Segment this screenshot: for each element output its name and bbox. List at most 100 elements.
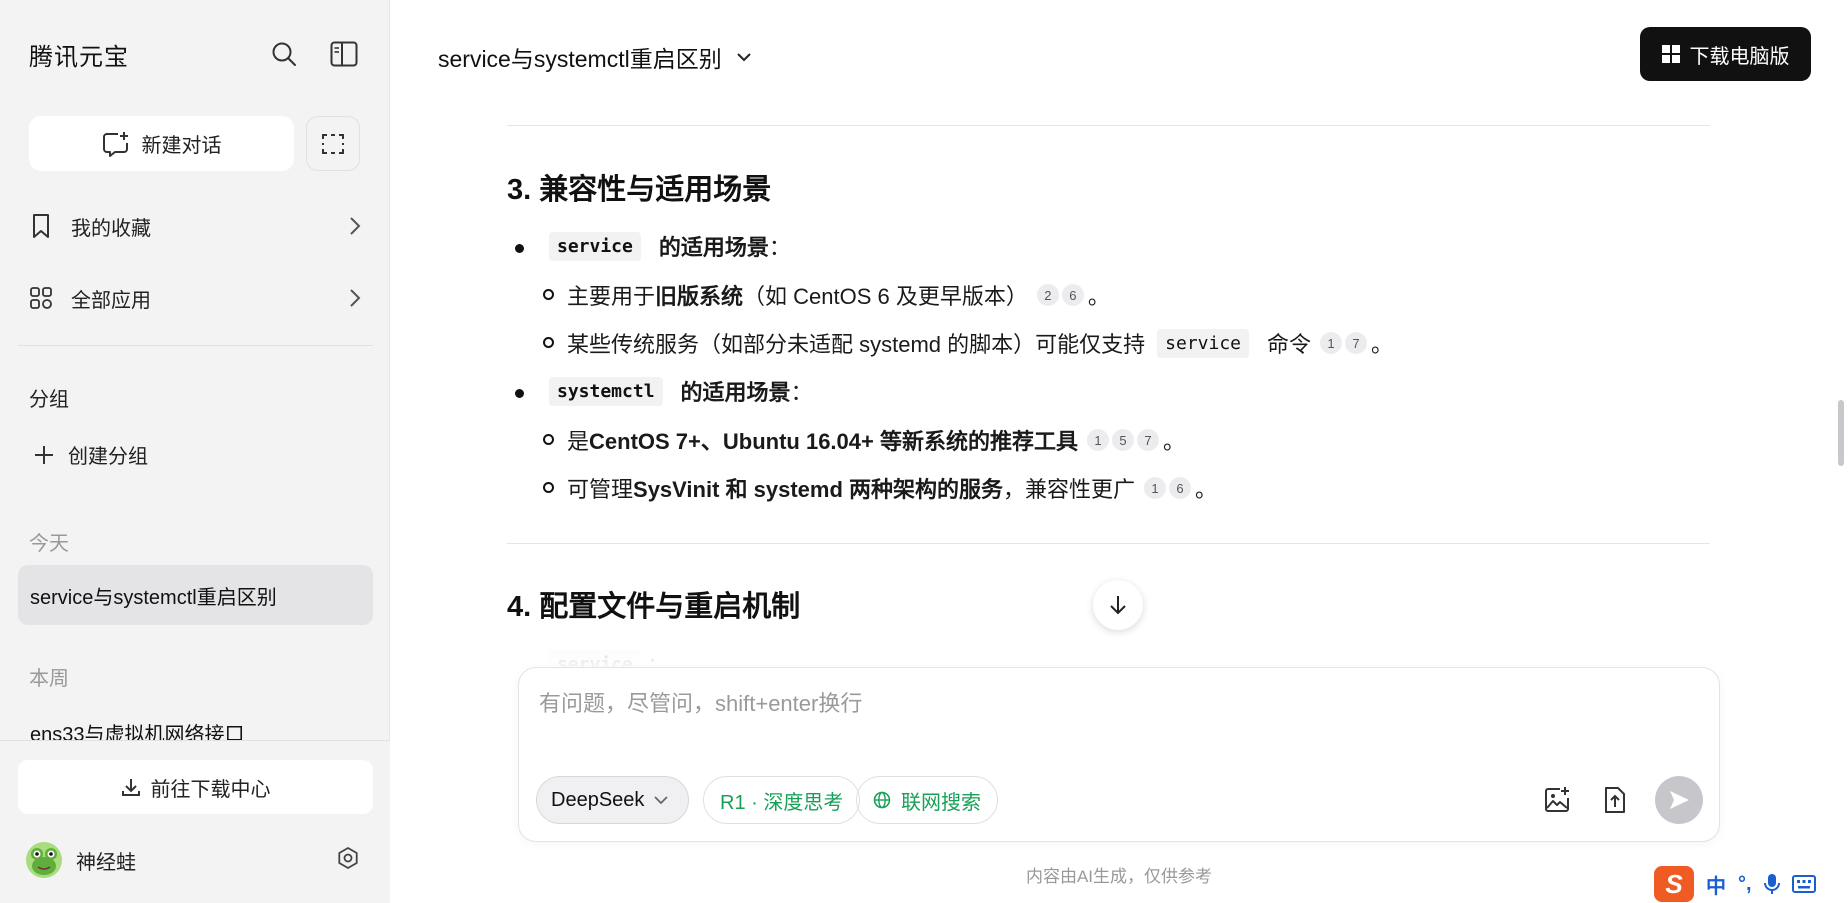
sidebar-item-label: 全部应用: [71, 289, 151, 312]
send-icon: [1670, 791, 1689, 809]
list-item: 某些传统服务（如部分未适配 systemd 的脚本）可能仅支持 service …: [567, 327, 1393, 359]
download-pc-button[interactable]: 下载电脑版: [1640, 27, 1811, 81]
apps-grid-icon: [30, 287, 52, 309]
text: ，兼容性更广: [1003, 477, 1136, 502]
section-divider: [507, 543, 1710, 544]
citation-badge[interactable]: 1: [1086, 429, 1109, 451]
inline-code: service: [1157, 328, 1249, 358]
model-selector[interactable]: DeepSeek: [536, 776, 689, 824]
search-icon[interactable]: [267, 37, 301, 71]
sidebar-actions: [267, 37, 361, 71]
sub-bullet: [543, 289, 554, 300]
bullet-dot: [515, 244, 524, 253]
deep-think-label: R1 · 深度思考: [720, 791, 844, 814]
section-heading: 4. 配置文件与重启机制: [507, 591, 801, 623]
ai-disclaimer: 内容由AI生成，仅供参考: [1025, 867, 1213, 886]
citation-badge[interactable]: 2: [1036, 284, 1059, 306]
list-item-label: 的适用场景: [658, 235, 769, 260]
chevron-right-icon: [350, 217, 361, 235]
sub-bullet: [543, 434, 554, 445]
sidebar-item-all-apps[interactable]: 全部应用: [29, 276, 361, 320]
topbar: service与systemctl重启区别 下载电脑版: [390, 0, 1848, 100]
scrollbar[interactable]: [1838, 400, 1844, 466]
text: 。: [1087, 284, 1110, 309]
ime-toolbar: S 中 °,: [1648, 865, 1848, 903]
citation-badge[interactable]: 6: [1169, 477, 1192, 499]
web-search-toggle[interactable]: 联网搜索: [856, 776, 998, 824]
citations: 1 5 7: [1084, 429, 1159, 451]
select-frame-icon: [322, 133, 344, 154]
new-chat-row: 新建对话: [29, 116, 360, 171]
download-pc-label: 下载电脑版: [1689, 45, 1790, 68]
text: 是: [567, 429, 590, 454]
citation-badge[interactable]: 1: [1144, 477, 1167, 499]
sidebar: 腾讯元宝 新建对话 我的收藏 全部应用 分组 创建分组 今天 service与s…: [0, 0, 390, 903]
multi-select-button[interactable]: [306, 116, 360, 171]
list-item-label: 的适用场景: [680, 380, 791, 405]
brand-row: 腾讯元宝: [29, 36, 361, 72]
text: 。: [1162, 429, 1185, 454]
text: （如 CentOS 6 及更早版本）: [743, 284, 1028, 309]
group-section-title: 分组: [29, 389, 69, 411]
conversation-title-text: service与systemctl重启区别: [438, 46, 722, 72]
collapse-sidebar-icon[interactable]: [327, 37, 361, 71]
settings-icon[interactable]: [336, 846, 360, 875]
model-name: DeepSeek: [551, 788, 645, 811]
list-item: service 的适用场景：: [543, 230, 791, 262]
avatar[interactable]: [26, 842, 62, 878]
sub-bullet: [543, 482, 554, 493]
text: 。: [1195, 477, 1218, 502]
new-chat-button[interactable]: 新建对话: [29, 116, 294, 171]
text: 某些传统服务（如部分未适配 systemd 的脚本）可能仅支持: [567, 332, 1146, 357]
citation-badge[interactable]: 5: [1111, 429, 1134, 451]
create-group-button[interactable]: 创建分组: [34, 440, 148, 469]
bullet-dot: [515, 389, 524, 398]
ime-mode[interactable]: 中: [1706, 870, 1726, 899]
inline-code: systemctl: [549, 376, 663, 406]
list-item: 是 CentOS 7+、Ubuntu 16.04+ 等新系统的推荐工具 1 5 …: [567, 424, 1185, 456]
download-center-label: 前往下载中心: [150, 778, 271, 801]
deep-think-toggle[interactable]: R1 · 深度思考: [703, 776, 861, 824]
ime-punct[interactable]: °,: [1738, 873, 1752, 896]
brand-logo-text: 腾讯元宝: [29, 43, 129, 71]
colon: ：: [790, 380, 813, 405]
sidebar-item-favorites[interactable]: 我的收藏: [29, 204, 361, 248]
citation-badge[interactable]: 7: [1345, 332, 1368, 354]
list-item: systemctl 的适用场景：: [543, 375, 813, 407]
send-button[interactable]: [1655, 776, 1703, 824]
sidebar-footer: 前往下载中心 神经蛙: [0, 740, 390, 903]
list-item: 主要用于 旧版系统 （如 CentOS 6 及更早版本） 2 6 。: [567, 279, 1110, 311]
history-item-active[interactable]: service与systemctl重启区别: [18, 565, 373, 625]
main-panel: service与systemctl重启区别 下载电脑版 3. 兼容性与适用场景 …: [390, 0, 1848, 903]
chevron-down-icon: [736, 53, 751, 62]
section-heading: 3. 兼容性与适用场景: [507, 174, 772, 206]
chevron-right-icon: [350, 289, 361, 307]
microphone-icon[interactable]: [1763, 873, 1780, 895]
windows-icon: [1661, 45, 1680, 63]
week-label: 本周: [29, 668, 69, 690]
image-upload-icon[interactable]: [1537, 780, 1577, 820]
conversation-title[interactable]: service与systemctl重启区别: [438, 40, 752, 74]
sidebar-item-label: 我的收藏: [71, 217, 151, 240]
bold-text: SysVinit 和 systemd 两种架构的服务: [633, 477, 1004, 502]
chat-input[interactable]: [539, 686, 1699, 736]
scroll-to-bottom-button[interactable]: [1093, 580, 1143, 630]
today-label: 今天: [29, 533, 69, 555]
web-search-label: 联网搜索: [901, 791, 981, 814]
content-fade: [390, 640, 1848, 670]
citation-badge[interactable]: 1: [1320, 332, 1343, 354]
keyboard-icon[interactable]: [1791, 875, 1816, 893]
download-icon: [121, 779, 140, 796]
download-center-button[interactable]: 前往下载中心: [18, 760, 373, 814]
bold-text: 旧版系统: [655, 284, 744, 309]
citations: 1 6: [1141, 477, 1192, 499]
bold-text: CentOS 7+、Ubuntu 16.04+ 等新系统的推荐工具: [589, 429, 1078, 454]
sogou-logo-icon[interactable]: S: [1654, 866, 1694, 902]
file-upload-icon[interactable]: [1595, 780, 1635, 820]
citation-badge[interactable]: 6: [1061, 284, 1084, 306]
citations: 2 6: [1034, 284, 1084, 306]
citation-badge[interactable]: 7: [1136, 429, 1159, 451]
citations: 1 7: [1317, 332, 1368, 354]
colon: ：: [768, 235, 791, 260]
inline-code: service: [549, 231, 641, 261]
